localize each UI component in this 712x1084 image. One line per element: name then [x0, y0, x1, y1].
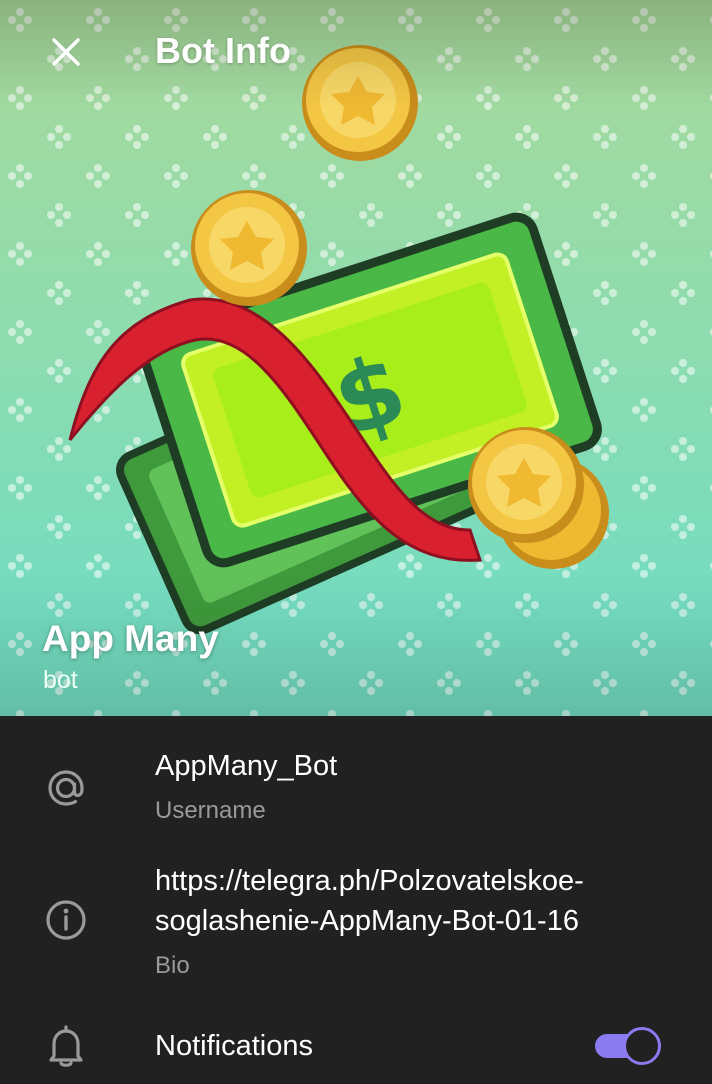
toggle-knob	[623, 1027, 661, 1065]
bell-icon	[49, 1025, 83, 1067]
top-bar: Bot Info	[0, 0, 712, 104]
info-icon	[46, 900, 86, 940]
close-icon	[52, 38, 80, 66]
bio-text-line-1: https://telegra.ph/Polzovatelskoe-	[155, 865, 584, 897]
bot-avatar-image: $	[0, 0, 712, 716]
bio-label: Bio	[155, 952, 190, 979]
notifications-label: Notifications	[155, 1030, 313, 1062]
profile-header: $	[0, 0, 712, 716]
close-button[interactable]	[40, 30, 92, 74]
at-icon	[48, 770, 84, 806]
page-title: Bot Info	[155, 30, 291, 71]
bot-subtitle: bot	[43, 666, 78, 694]
bio-text-line-2: soglashenie-AppMany-Bot-01-16	[155, 905, 579, 937]
bot-name: App Many	[42, 618, 219, 659]
username-label: Username	[155, 797, 266, 824]
username-value: AppMany_Bot	[155, 750, 338, 782]
notifications-toggle[interactable]	[593, 1026, 661, 1065]
